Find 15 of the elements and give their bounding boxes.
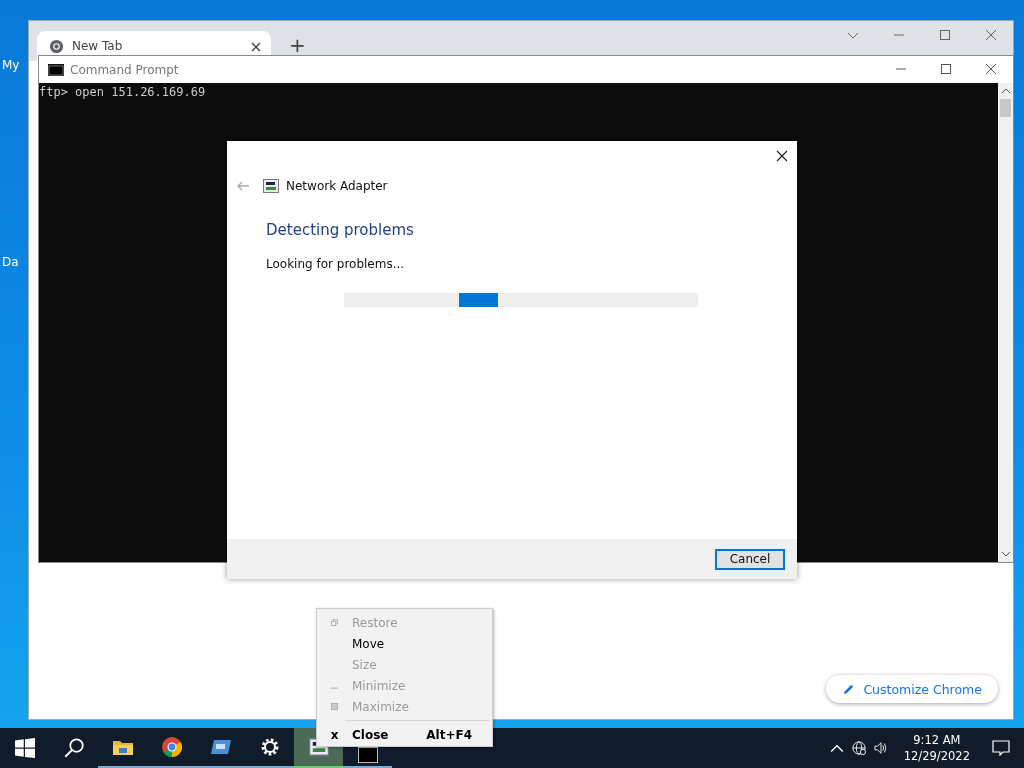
window-title: Command Prompt xyxy=(70,62,179,77)
dialog-title: Network Adapter xyxy=(286,179,388,193)
status-text: Looking for problems... xyxy=(266,257,406,271)
new-tab-button[interactable]: + xyxy=(289,35,306,55)
clock-date[interactable]: 12/29/2022 xyxy=(903,748,970,764)
menu-item[interactable]: x Close Alt+F4 xyxy=(317,724,492,745)
customize-chrome-button[interactable]: Customize Chrome xyxy=(826,675,998,703)
desktop-icon-label[interactable]: My xyxy=(2,58,20,72)
cancel-button[interactable]: Cancel xyxy=(715,548,785,570)
console-line: ftp> open 151.26.169.69 xyxy=(39,85,207,99)
dialog-heading: Detecting problems xyxy=(266,221,415,239)
menu-item[interactable]: Move xyxy=(317,633,492,654)
clock-time[interactable]: 9:12 AM xyxy=(913,732,961,748)
desktop-icon-label[interactable]: Da xyxy=(2,255,19,269)
close-icon: x xyxy=(330,727,339,742)
